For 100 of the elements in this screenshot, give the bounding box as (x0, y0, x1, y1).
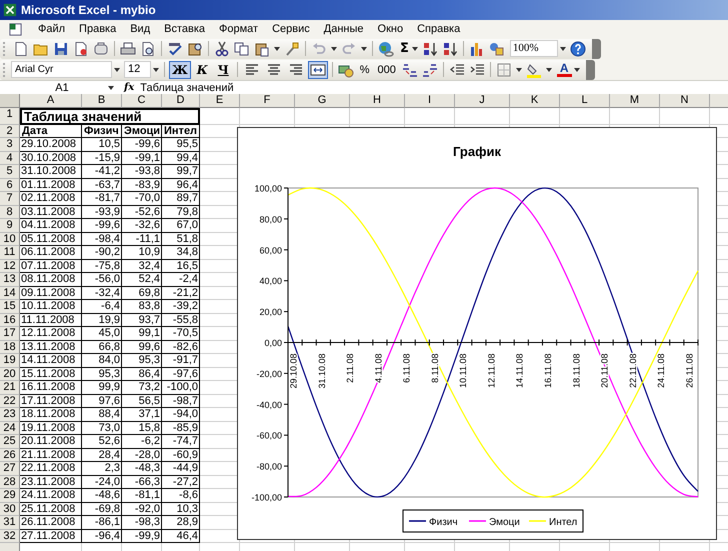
increase-indent-icon[interactable] (468, 62, 485, 78)
row-header[interactable]: 28 (0, 476, 20, 489)
toolbar-options-icon[interactable] (586, 60, 595, 80)
row-header[interactable]: 14 (0, 286, 20, 300)
shapes-icon[interactable] (488, 40, 505, 56)
paintbrush-icon[interactable] (284, 40, 300, 56)
fill-bucket-icon[interactable] (526, 62, 542, 78)
row-header[interactable]: 31 (0, 516, 20, 530)
row-header[interactable]: 25 (0, 435, 20, 448)
column-header[interactable]: G (295, 94, 350, 108)
dropdown-arrow-icon[interactable] (361, 46, 367, 50)
print-icon[interactable] (120, 40, 136, 56)
column-header[interactable]: A (20, 94, 82, 108)
book-icon[interactable] (187, 40, 203, 56)
row-header[interactable]: 15 (0, 300, 20, 314)
italic-button[interactable]: К (192, 60, 212, 78)
row-header[interactable]: 18 (0, 340, 20, 354)
row-header[interactable]: 12 (0, 260, 20, 273)
row-header[interactable]: 17 (0, 327, 20, 340)
zoom-field[interactable]: 100% (510, 40, 558, 57)
dropdown-arrow-icon[interactable] (331, 46, 337, 50)
dropdown-arrow-icon[interactable] (560, 46, 566, 50)
dropdown-arrow-icon[interactable] (412, 46, 418, 50)
print-preview-icon[interactable] (140, 40, 156, 56)
row-header[interactable]: 20 (0, 368, 20, 381)
row-header[interactable]: 27 (0, 462, 20, 476)
row-header[interactable]: 10 (0, 232, 20, 246)
toolbar-options-icon[interactable] (592, 38, 601, 58)
dropdown-arrow-icon[interactable] (114, 68, 120, 72)
font-color-button[interactable]: A (556, 62, 572, 77)
merge-center-button[interactable] (308, 60, 328, 78)
permission-icon[interactable] (73, 40, 89, 56)
globe-link-icon[interactable] (378, 40, 394, 56)
row-header[interactable]: 3 (0, 138, 20, 152)
row-header[interactable]: 2 (0, 125, 20, 138)
bar-chart-icon[interactable] (468, 40, 485, 56)
column-header[interactable]: K (510, 94, 560, 108)
workbook-icon[interactable] (8, 22, 23, 36)
row-header[interactable]: 8 (0, 206, 20, 219)
column-header[interactable]: D (162, 94, 200, 108)
row-header[interactable]: 19 (0, 354, 20, 368)
row-header[interactable]: 13 (0, 273, 20, 286)
number-format-button[interactable]: 000 (378, 64, 396, 76)
font-size-field[interactable]: 12 (124, 61, 151, 78)
decrease-decimal-icon[interactable] (422, 62, 438, 78)
menu-item[interactable]: Файл (31, 23, 72, 35)
row-header[interactable]: 9 (0, 219, 20, 232)
row-header[interactable]: 1 (0, 108, 20, 125)
column-header[interactable]: E (200, 94, 240, 108)
row-header[interactable]: 26 (0, 448, 20, 462)
row-header[interactable]: 22 (0, 394, 20, 408)
row-header[interactable]: 4 (0, 152, 20, 165)
row-header[interactable]: 5 (0, 165, 20, 178)
column-header[interactable] (710, 94, 728, 108)
save-icon[interactable] (53, 40, 69, 56)
column-header[interactable]: F (240, 94, 295, 108)
column-header[interactable]: I (405, 94, 455, 108)
dropdown-arrow-icon[interactable] (546, 68, 552, 72)
help-icon[interactable] (570, 40, 586, 56)
row-header[interactable]: 24 (0, 422, 20, 435)
column-header[interactable]: J (455, 94, 510, 108)
column-header[interactable]: L (560, 94, 610, 108)
bold-button[interactable]: Ж (169, 60, 191, 78)
underline-button[interactable]: Ч (214, 60, 233, 78)
row-header[interactable]: 32 (0, 530, 20, 543)
spelling-check-icon[interactable] (167, 40, 183, 56)
menu-item[interactable]: Сервис (265, 23, 317, 35)
row-header[interactable]: 6 (0, 178, 20, 192)
menu-item[interactable]: Справка (410, 23, 468, 35)
font-name-field[interactable]: Arial Cyr (11, 61, 112, 78)
row-header[interactable]: 29 (0, 489, 20, 502)
sort-ascending-icon[interactable] (422, 40, 438, 56)
cut-icon[interactable] (214, 40, 230, 56)
row-header[interactable]: 11 (0, 246, 20, 260)
dropdown-arrow-icon[interactable] (274, 46, 280, 50)
dropdown-arrow-icon[interactable] (108, 86, 114, 90)
menu-item[interactable]: Формат (212, 23, 266, 35)
sort-descending-icon[interactable] (442, 40, 458, 56)
insert-function-button[interactable]: fx (124, 82, 134, 93)
column-header[interactable]: H (350, 94, 405, 108)
row-header[interactable]: 7 (0, 192, 20, 206)
menu-item[interactable]: Данные (316, 23, 371, 35)
copy-icon[interactable] (234, 40, 250, 56)
number-format-button[interactable]: % (360, 64, 370, 76)
name-box[interactable]: A1 (18, 82, 106, 94)
dropdown-arrow-icon[interactable] (574, 68, 580, 72)
decrease-indent-icon[interactable] (448, 62, 465, 78)
new-file-icon[interactable] (13, 40, 29, 56)
dropdown-arrow-icon[interactable] (153, 68, 159, 72)
column-header[interactable]: N (660, 94, 710, 108)
row-header[interactable]: 21 (0, 381, 20, 394)
menu-item[interactable]: Окно (370, 23, 410, 35)
menu-item[interactable]: Вид (123, 23, 158, 35)
autosum-button[interactable]: Σ (400, 41, 409, 56)
formula-field[interactable]: Таблица значений (140, 82, 234, 94)
row-header[interactable]: 16 (0, 314, 20, 327)
chart[interactable] (237, 127, 717, 540)
menu-item[interactable]: Правка (72, 23, 124, 35)
dropdown-arrow-icon[interactable] (516, 68, 522, 72)
increase-decimal-icon[interactable] (402, 62, 418, 78)
